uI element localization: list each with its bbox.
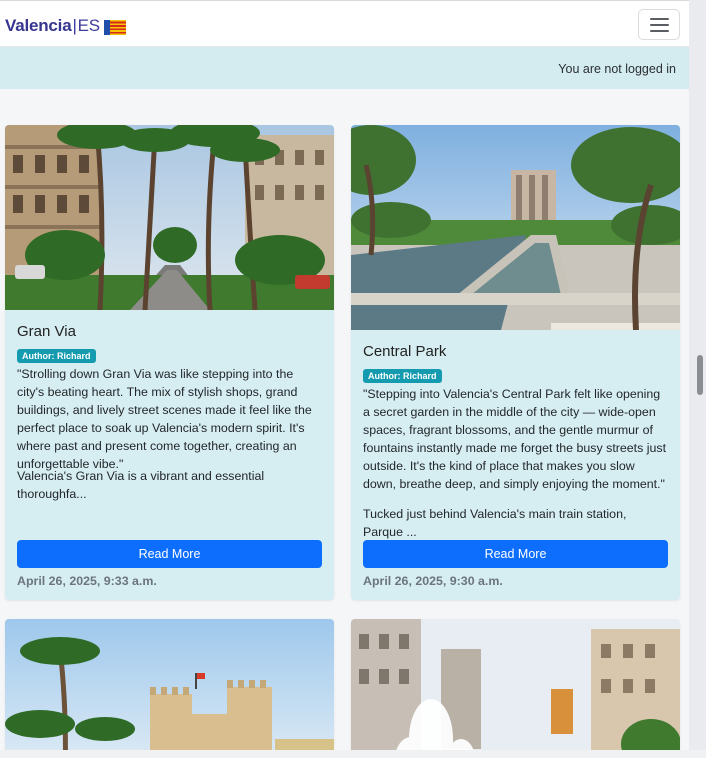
post-date: April 26, 2025, 9:30 a.m.: [363, 574, 503, 588]
post-image-towers: [5, 619, 334, 758]
post-card-gran-via: Gran Via Author: Richard "Strolling down…: [5, 125, 334, 600]
read-more-button[interactable]: Read More: [17, 540, 322, 568]
post-image-central-park: [351, 125, 680, 330]
valencian-flag-icon: [104, 20, 126, 35]
post-title[interactable]: Gran Via: [17, 323, 76, 340]
login-status-text: You are not logged in: [558, 62, 676, 76]
post-excerpt: Tucked just behind Valencia's main train…: [363, 507, 627, 539]
read-more-button[interactable]: Read More: [363, 540, 668, 568]
post-quote: "Strolling down Gran Via was like steppi…: [17, 367, 312, 471]
brand-name: Valencia: [5, 16, 72, 35]
brand-language: ES: [77, 16, 100, 35]
bottom-edge: [0, 750, 706, 758]
post-quote: "Stepping into Valencia's Central Park f…: [363, 387, 667, 491]
login-status-bar: You are not logged in: [0, 47, 689, 89]
navbar: Valencia|ES: [0, 1, 689, 47]
post-image-gran-via: [5, 125, 334, 310]
post-date: April 26, 2025, 9:33 a.m.: [17, 574, 157, 588]
post-title[interactable]: Central Park: [363, 343, 446, 360]
hamburger-icon: [650, 18, 669, 20]
brand-separator: |: [72, 16, 77, 35]
brand-link[interactable]: Valencia|ES: [5, 16, 100, 36]
author-badge: Author: Richard: [363, 369, 442, 383]
post-card-central-park: Central Park Author: Richard "Stepping i…: [351, 125, 680, 600]
post-card-partial-1: [5, 619, 334, 758]
scrollbar-thumb[interactable]: [697, 355, 703, 395]
post-card-partial-2: [351, 619, 680, 758]
post-image-fountain: [351, 619, 680, 758]
post-excerpt: Valencia's Gran Via is a vibrant and ess…: [17, 469, 265, 501]
page-scrollbar[interactable]: [689, 0, 706, 758]
navbar-toggler-button[interactable]: [638, 9, 680, 40]
page: Valencia|ES You are not logged in Gran V…: [0, 0, 689, 758]
author-badge: Author: Richard: [17, 349, 96, 363]
